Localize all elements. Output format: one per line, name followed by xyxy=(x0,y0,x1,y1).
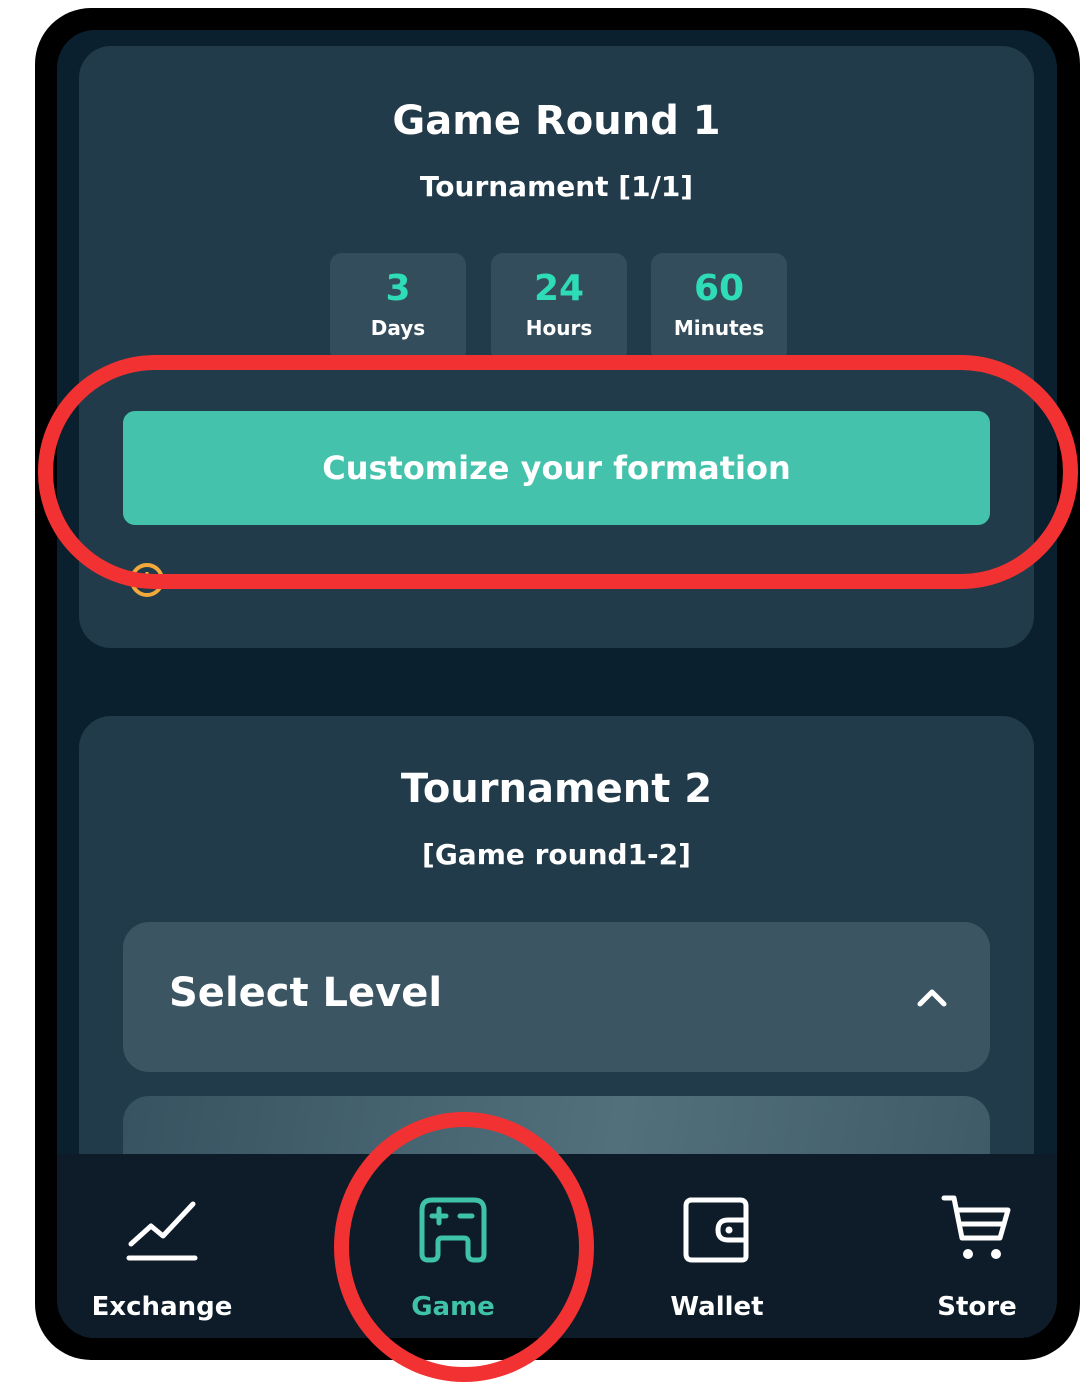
tab-game[interactable]: Game xyxy=(393,1154,513,1338)
info-icon: ! xyxy=(130,563,164,597)
tab-store-label: Store xyxy=(937,1292,1017,1322)
wallet-icon xyxy=(683,1197,749,1263)
tournament-title: Tournament 2 xyxy=(400,766,713,812)
countdown-hours-label: Hours xyxy=(525,316,593,340)
tournament-subtitle: [Game round1-2] xyxy=(422,838,691,871)
tab-exchange-label: Exchange xyxy=(91,1292,233,1322)
countdown-days-value: 3 xyxy=(385,268,411,309)
countdown-minutes: 60 Minutes xyxy=(651,253,787,363)
countdown-days-label: Days xyxy=(370,316,426,340)
tab-wallet-label: Wallet xyxy=(670,1292,764,1322)
cart-icon xyxy=(941,1195,1011,1259)
gamepad-icon xyxy=(419,1197,487,1263)
tab-store[interactable]: Store xyxy=(917,1154,1037,1338)
game-round-card: Game Round 1 Tournament [1/1] 3 Days 24 … xyxy=(79,46,1034,648)
tab-exchange[interactable]: Exchange xyxy=(82,1154,242,1338)
countdown-minutes-value: 60 xyxy=(693,268,745,309)
tab-wallet[interactable]: Wallet xyxy=(657,1154,777,1338)
customize-formation-button[interactable]: Customize your formation xyxy=(123,411,990,525)
tab-game-label: Game xyxy=(411,1292,495,1322)
phone-frame: Game Round 1 Tournament [1/1] 3 Days 24 … xyxy=(35,8,1080,1360)
game-round-subtitle: Tournament [1/1] xyxy=(419,170,694,203)
chevron-up-icon xyxy=(917,989,947,1007)
select-level-dropdown[interactable]: Select Level xyxy=(123,922,990,1072)
countdown-days: 3 Days xyxy=(330,253,466,363)
select-level-label: Select Level xyxy=(169,970,443,1016)
countdown-hours-value: 24 xyxy=(533,268,585,309)
app-screen: Game Round 1 Tournament [1/1] 3 Days 24 … xyxy=(57,30,1057,1338)
game-round-title: Game Round 1 xyxy=(392,98,721,144)
countdown-hours: 24 Hours xyxy=(491,253,627,363)
bottom-tab-bar: Exchange Game Wallet Store xyxy=(57,1154,1057,1338)
chart-line-icon xyxy=(126,1201,198,1261)
countdown-minutes-label: Minutes xyxy=(673,316,765,340)
